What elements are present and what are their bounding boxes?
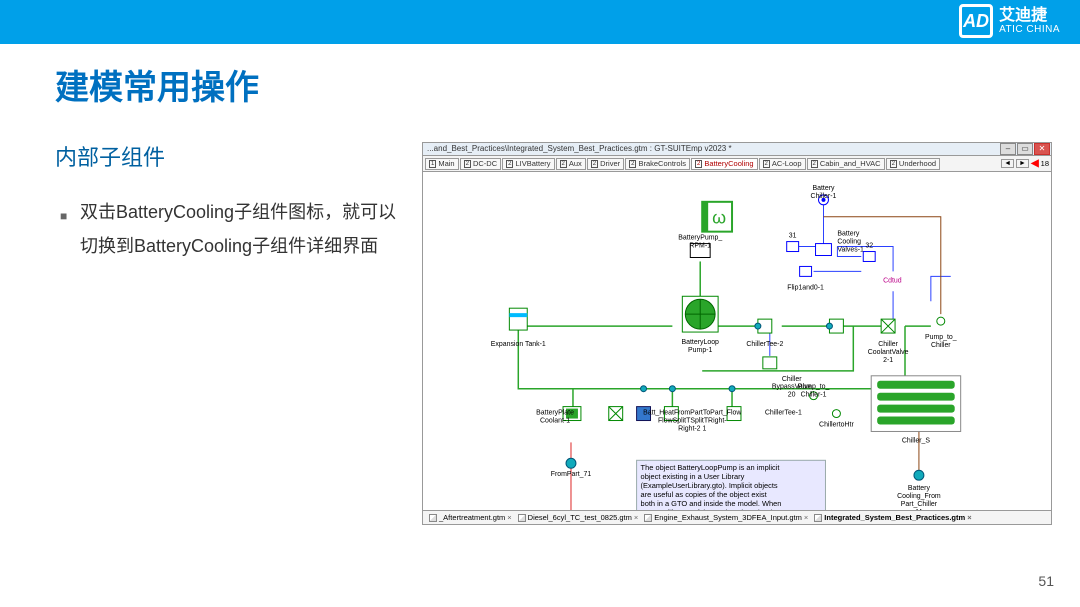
svg-text:ω: ω: [712, 208, 726, 228]
label-chiller-coolant-valve: ChillerCoolantValve2-1: [868, 341, 909, 364]
tab-overflow-icon[interactable]: ◀: [1031, 158, 1039, 169]
tab-livbattery[interactable]: 2LIVBattery: [502, 158, 554, 170]
close-button[interactable]: ✕: [1034, 143, 1050, 155]
label-expansion-tank: Expansion Tank-1: [491, 341, 546, 348]
chiller-block[interactable]: [871, 376, 960, 432]
label-pump-to-chiller1: Pump_to_Chiller-1: [798, 384, 830, 399]
label-frompart71: FromPart_71: [551, 471, 592, 478]
brand-sub: ATIC CHINA: [999, 24, 1060, 35]
page-number: 51: [1038, 573, 1054, 589]
label-battery-cooling-valves: BatteryCoolingValves-1: [837, 231, 864, 254]
label-cdtud: Cdtud: [883, 277, 902, 284]
window-title: ...and_Best_Practices\Integrated_System_…: [427, 142, 732, 156]
svg-text:The object BatteryLoopPump is: The object BatteryLoopPump is an implici…: [641, 463, 782, 510]
label-chiller-s: Chiller_S: [902, 437, 931, 444]
window-titlebar[interactable]: ...and_Best_Practices\Integrated_System_…: [422, 142, 1052, 156]
diagram-svg: Expansion Tank-1 BatteryPump_RPM-1 Batte…: [423, 172, 1051, 510]
tab-cabin-hvac[interactable]: 2Cabin_and_HVAC: [807, 158, 885, 170]
divider-line: [0, 42, 1080, 44]
page-title: 建模常用操作: [55, 60, 259, 109]
tab-underhood[interactable]: 2Underhood: [886, 158, 940, 170]
bottom-tab-strip: _Aftertreatment.gtm× Diesel_6cyl_TC_test…: [422, 511, 1052, 525]
label-port-32: 32: [865, 243, 873, 250]
tab-main[interactable]: 1Main: [425, 158, 459, 170]
brand-mark: AD: [959, 4, 993, 38]
bullet-marker: ■: [60, 205, 67, 228]
bottom-tab-engine-exhaust[interactable]: Engine_Exhaust_System_3DFEA_Input.gtm×: [644, 513, 808, 522]
tab-brakecontrols[interactable]: 2BrakeControls: [625, 158, 690, 170]
label-battery-chiller: BatteryChiller-1: [811, 185, 837, 200]
tab-aux[interactable]: 2Aux: [556, 158, 586, 170]
tab-batterycooling[interactable]: 2BatteryCooling: [691, 158, 758, 170]
tab-scroll-left[interactable]: ◄: [1001, 159, 1014, 168]
bottom-tab-diesel[interactable]: Diesel_6cyl_TC_test_0825.gtm×: [518, 513, 639, 522]
label-battery-pump-rpm: BatteryPump_RPM-1: [678, 235, 722, 250]
maximize-button[interactable]: ▭: [1017, 143, 1033, 155]
tab-strip: 1Main 2DC-DC 2LIVBattery 2Aux 2Driver 2B…: [422, 156, 1052, 171]
label-chiller-to-htr: ChillertoHtr: [819, 421, 854, 428]
label-flip1and0: Flip1and0-1: [787, 284, 824, 291]
label-battery-loop-pump: BatteryLoopPump-1: [682, 339, 720, 354]
label-battery-plate-cool: BatteryPlateCoolant-1: [536, 410, 574, 425]
user-lib-icon[interactable]: ω: [702, 202, 732, 232]
brand-logo: AD 艾迪捷 ATIC CHINA: [959, 4, 1060, 38]
tab-dc-dc[interactable]: 2DC-DC: [460, 158, 502, 170]
bottom-tab-aftertreatment[interactable]: _Aftertreatment.gtm×: [429, 513, 512, 522]
tooltip: The object BatteryLoopPump is an implici…: [637, 460, 826, 510]
label-chiller-tee1: ChillerTee-1: [765, 410, 802, 417]
tab-count-badge: 18: [1041, 159, 1049, 168]
label-pump-to-chiller: Pump_to_Chiller: [925, 334, 957, 349]
tab-driver[interactable]: 2Driver: [587, 158, 624, 170]
top-bar: AD 艾迪捷 ATIC CHINA: [0, 0, 1080, 42]
app-screenshot: ...and_Best_Practices\Integrated_System_…: [422, 142, 1052, 527]
minimize-button[interactable]: –: [1000, 143, 1016, 155]
label-port-31: 31: [789, 233, 797, 240]
diagram-canvas[interactable]: Expansion Tank-1 BatteryPump_RPM-1 Batte…: [422, 171, 1052, 511]
tab-scroll-right[interactable]: ►: [1016, 159, 1029, 168]
section-subtitle: 内部子组件: [55, 140, 165, 172]
body-text: ■ 双击BatteryCooling子组件图标，就可以切换到BatteryCoo…: [80, 195, 410, 263]
bullet-text: 双击BatteryCooling子组件图标，就可以切换到BatteryCooli…: [80, 202, 396, 256]
tab-ac-loop[interactable]: 2AC-Loop: [759, 158, 806, 170]
bottom-tab-integrated-system[interactable]: Integrated_System_Best_Practices.gtm×: [814, 513, 971, 522]
label-battery-cooling-from-part: BatteryCooling_FromPart_ChillerM: [897, 485, 941, 510]
brand-name: 艾迪捷: [999, 7, 1060, 25]
svg-text:Expansion Tank-1: Expansion Tank-1: [491, 341, 546, 348]
label-chiller-tee2: ChillerTee-2: [746, 341, 783, 348]
